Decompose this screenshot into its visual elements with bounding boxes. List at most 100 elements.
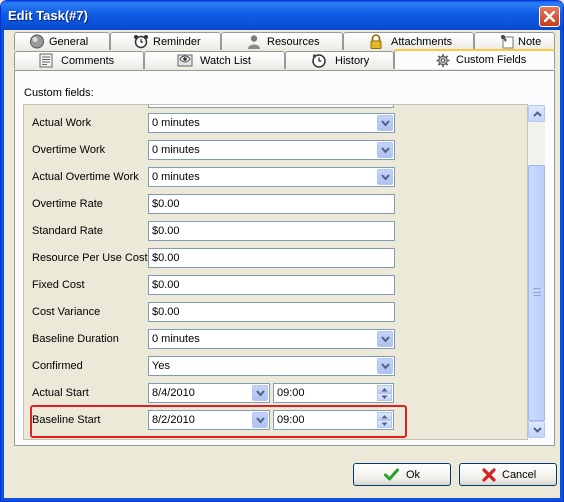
cost-variance-input[interactable]: $0.00 [148, 302, 395, 322]
field-label: Baseline Duration [32, 333, 119, 345]
field-label: Fixed Cost [32, 279, 85, 291]
scroll-down-button[interactable] [528, 421, 545, 438]
tab-label: General [49, 36, 89, 48]
field-value: 0 minutes [152, 333, 200, 345]
chevron-down-icon [381, 174, 390, 181]
tab-label: History [335, 55, 370, 67]
window-frame-bottom [1, 498, 563, 501]
overtime-work-dropdown[interactable]: 0 minutes [148, 140, 395, 160]
tab-note[interactable]: Note [474, 32, 555, 50]
pushpin-icon [501, 35, 514, 49]
actual-start-date-picker[interactable]: 8/4/2010 [148, 383, 270, 403]
window-frame-right [560, 30, 563, 501]
partial-field-above [148, 105, 394, 108]
ok-button[interactable]: Ok [353, 463, 451, 486]
tab-history[interactable]: History [285, 51, 394, 69]
padlock-icon [370, 34, 382, 49]
field-value: $0.00 [152, 225, 180, 237]
dropdown-button[interactable] [377, 358, 393, 374]
tab-label: Attachments [391, 36, 453, 48]
date-dropdown-button[interactable] [252, 385, 268, 401]
cancel-button[interactable]: Cancel [459, 463, 557, 486]
field-label: Overtime Work [32, 144, 106, 156]
custom-fields-panel: Custom fields: Actual Work 0 minutes Ove… [14, 70, 555, 446]
tab-comments[interactable]: Comments [14, 51, 144, 69]
tab-custom-fields[interactable]: Custom Fields [394, 49, 555, 69]
time-spinner[interactable] [377, 385, 392, 401]
vertical-scrollbar[interactable] [528, 105, 545, 438]
globe-icon [30, 34, 44, 49]
chevron-down-icon [381, 336, 390, 343]
tab-general[interactable]: General [14, 32, 110, 50]
chevron-down-icon [381, 147, 390, 154]
actual-work-dropdown[interactable]: 0 minutes [148, 113, 395, 133]
arrow-up-icon [381, 388, 388, 392]
arrow-down-icon [381, 395, 388, 399]
tab-reminder[interactable]: Reminder [110, 32, 221, 50]
tab-label: Reminder [153, 36, 201, 48]
cancel-x-icon [482, 468, 496, 482]
field-value: 8/4/2010 [152, 387, 195, 399]
field-value: Yes [152, 360, 170, 372]
history-icon [312, 54, 326, 68]
dropdown-button[interactable] [377, 142, 393, 158]
chevron-down-icon [381, 120, 390, 127]
tab-label: Resources [267, 36, 320, 48]
spin-down-button[interactable] [377, 393, 392, 401]
close-icon [544, 11, 555, 22]
confirmed-dropdown[interactable]: Yes [148, 356, 395, 376]
field-value: $0.00 [152, 198, 180, 210]
overtime-rate-input[interactable]: $0.00 [148, 194, 395, 214]
custom-fields-grid: Actual Work 0 minutes Overtime Work 0 mi… [23, 104, 528, 440]
cancel-label: Cancel [502, 469, 537, 481]
scroll-grip [533, 288, 541, 296]
title-bar[interactable]: Edit Task(#7) [1, 1, 563, 30]
tab-label: Custom Fields [456, 54, 527, 66]
highlight-box [30, 405, 407, 438]
tab-label: Note [518, 36, 542, 48]
resource-per-use-cost-input[interactable]: $0.00 [148, 248, 395, 268]
chevron-down-icon [256, 390, 265, 397]
field-value: 0 minutes [152, 144, 200, 156]
standard-rate-input[interactable]: $0.00 [148, 221, 395, 241]
field-value: 0 minutes [152, 117, 200, 129]
tab-resources[interactable]: Resources [221, 32, 343, 50]
field-label: Confirmed [32, 360, 83, 372]
fixed-cost-input[interactable]: $0.00 [148, 275, 395, 295]
actual-overtime-work-dropdown[interactable]: 0 minutes [148, 167, 395, 187]
checkmark-icon [384, 468, 399, 481]
chevron-down-icon [533, 427, 542, 433]
person-icon [248, 35, 260, 49]
field-value: $0.00 [152, 252, 180, 264]
dropdown-button[interactable] [377, 115, 393, 131]
custom-fields-heading: Custom fields: [24, 87, 94, 99]
watch-list-icon [177, 54, 193, 67]
actual-start-time-input[interactable]: 09:00 [273, 383, 394, 403]
field-value: $0.00 [152, 279, 180, 291]
dropdown-button[interactable] [377, 331, 393, 347]
scroll-up-button[interactable] [528, 105, 545, 122]
scroll-thumb[interactable] [528, 165, 545, 421]
dropdown-button[interactable] [377, 169, 393, 185]
field-label: Cost Variance [32, 306, 101, 318]
field-label: Resource Per Use Cost [32, 252, 148, 264]
alarm-clock-icon [134, 35, 148, 49]
chevron-up-icon [533, 111, 542, 117]
tab-watch-list[interactable]: Watch List [144, 51, 285, 69]
tab-label: Comments [61, 55, 115, 67]
field-label: Standard Rate [32, 225, 103, 237]
field-value: $0.00 [152, 306, 180, 318]
window-frame-left [1, 30, 4, 501]
edit-task-dialog: Edit Task(#7) General Reminder Resources… [0, 0, 564, 502]
field-value: 09:00 [277, 387, 305, 399]
comments-icon [39, 53, 53, 68]
chevron-down-icon [381, 363, 390, 370]
ok-label: Ok [406, 469, 421, 481]
baseline-duration-dropdown[interactable]: 0 minutes [148, 329, 395, 349]
close-button[interactable] [539, 6, 560, 27]
field-label: Actual Work [32, 117, 92, 129]
tab-attachments[interactable]: Attachments [343, 32, 474, 50]
field-label: Actual Start [32, 387, 89, 399]
field-label: Overtime Rate [32, 198, 103, 210]
spin-up-button[interactable] [377, 385, 392, 393]
